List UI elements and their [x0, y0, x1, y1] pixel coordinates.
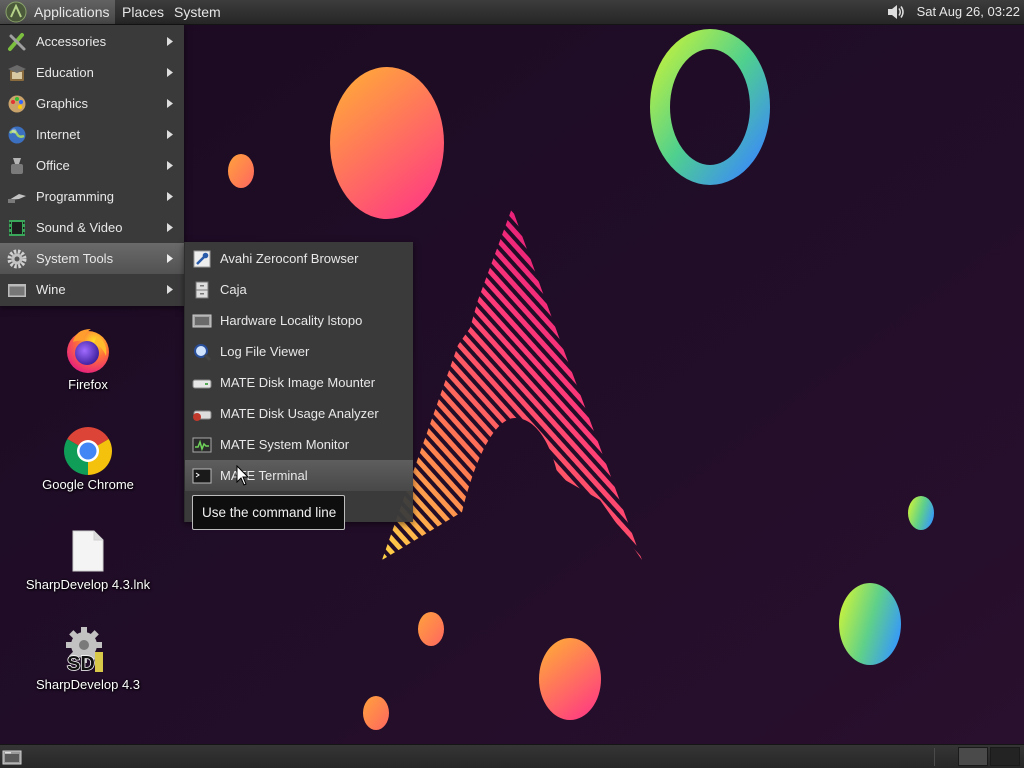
- menu-item-wine[interactable]: Wine: [0, 274, 184, 305]
- menu-item-internet[interactable]: Internet: [0, 119, 184, 150]
- programming-icon: [7, 187, 27, 207]
- workspace-2[interactable]: [990, 747, 1020, 766]
- menu-item-hardware-locality-lstopo[interactable]: Hardware Locality lstopo: [185, 305, 413, 336]
- chrome-icon[interactable]: [64, 427, 112, 475]
- submenu-arrow-icon: [166, 285, 174, 294]
- desktop-screen: Firefox Google Chrome SharpDevelop 4.3.l…: [0, 0, 1024, 768]
- accessories-icon: [7, 32, 27, 52]
- applications-menu: Accessories Education Graphics Internet …: [0, 25, 184, 306]
- firefox-icon[interactable]: [64, 326, 112, 374]
- disk-usage-icon: [192, 404, 212, 424]
- magnifier-icon: [192, 342, 212, 362]
- file-cabinet-icon: [192, 280, 212, 300]
- terminal-icon: [192, 466, 212, 486]
- sound-video-icon: [7, 218, 27, 238]
- wallpaper-bubble: [228, 154, 254, 188]
- internet-globe-icon: [7, 125, 27, 145]
- wallpaper-bubble: [539, 638, 601, 720]
- volume-icon[interactable]: [886, 2, 906, 22]
- mouse-cursor: [236, 464, 250, 487]
- file-icon[interactable]: [72, 530, 104, 572]
- submenu-arrow-icon: [166, 37, 174, 46]
- clock[interactable]: Sat Aug 26, 03:22: [917, 0, 1020, 24]
- menu-item-log-file-viewer[interactable]: Log File Viewer: [185, 336, 413, 367]
- submenu-arrow-icon: [166, 161, 174, 170]
- hardware-icon: [192, 311, 212, 331]
- menu-item-programming[interactable]: Programming: [0, 181, 184, 212]
- menu-item-accessories[interactable]: Accessories: [0, 26, 184, 57]
- applications-menu-label: Applications: [34, 4, 110, 20]
- menu-item-avahi-zeroconf-browser[interactable]: Avahi Zeroconf Browser: [185, 243, 413, 274]
- sharpdevelop-icon[interactable]: SD: [62, 626, 108, 676]
- submenu-arrow-icon: [166, 99, 174, 108]
- sharpdevelop-label: SharpDevelop 4.3: [35, 677, 141, 692]
- submenu-arrow-icon: [166, 68, 174, 77]
- menu-item-mate-system-monitor[interactable]: MATE System Monitor: [185, 429, 413, 460]
- applications-menu-button[interactable]: Applications: [0, 0, 115, 24]
- system-tools-gear-icon: [7, 249, 27, 269]
- menu-item-system-tools[interactable]: System Tools: [0, 243, 184, 274]
- education-icon: [7, 63, 27, 83]
- sharpdevelop-lnk-label: SharpDevelop 4.3.lnk: [25, 577, 151, 592]
- menu-item-graphics[interactable]: Graphics: [0, 88, 184, 119]
- system-tools-submenu: Avahi Zeroconf Browser Caja Hardware Loc…: [184, 242, 413, 522]
- submenu-arrow-icon: [166, 223, 174, 232]
- chrome-label: Google Chrome: [42, 477, 134, 492]
- menu-item-education[interactable]: Education: [0, 57, 184, 88]
- menu-item-office[interactable]: Office: [0, 150, 184, 181]
- avahi-browser-icon: [192, 249, 212, 269]
- firefox-label: Firefox: [68, 377, 108, 392]
- menu-item-mate-disk-usage-analyzer[interactable]: MATE Disk Usage Analyzer: [185, 398, 413, 429]
- menu-item-mate-terminal[interactable]: MATE Terminal: [185, 460, 413, 491]
- system-menu-button[interactable]: System: [167, 0, 229, 24]
- submenu-arrow-icon: [166, 254, 174, 263]
- graphics-icon: [7, 94, 27, 114]
- wallpaper-bubble: [363, 696, 389, 730]
- disk-image-icon: [192, 373, 212, 393]
- wallpaper-bubble: [418, 612, 444, 646]
- tooltip: Use the command line: [192, 495, 345, 530]
- mate-menu-icon: [5, 1, 27, 23]
- menu-item-mate-disk-image-mounter[interactable]: MATE Disk Image Mounter: [185, 367, 413, 398]
- menu-item-caja[interactable]: Caja: [185, 274, 413, 305]
- bottom-panel: [0, 744, 1024, 768]
- submenu-arrow-icon: [166, 130, 174, 139]
- system-monitor-icon: [192, 435, 212, 455]
- panel-separator: [934, 748, 935, 766]
- menu-item-sound-video[interactable]: Sound & Video: [0, 212, 184, 243]
- show-desktop-icon[interactable]: [2, 747, 22, 767]
- wallpaper-bubble: [839, 583, 901, 665]
- office-icon: [7, 156, 27, 176]
- sharpdevelop-logo-text: SD: [67, 653, 95, 674]
- workspace-1[interactable]: [958, 747, 988, 766]
- wallpaper-bubble: [330, 67, 444, 219]
- submenu-arrow-icon: [166, 192, 174, 201]
- wine-icon: [7, 280, 27, 300]
- top-panel: Applications Places System Sat Aug 26, 0…: [0, 0, 1024, 25]
- wallpaper-bubble: [908, 496, 934, 530]
- places-menu-button[interactable]: Places: [115, 0, 167, 24]
